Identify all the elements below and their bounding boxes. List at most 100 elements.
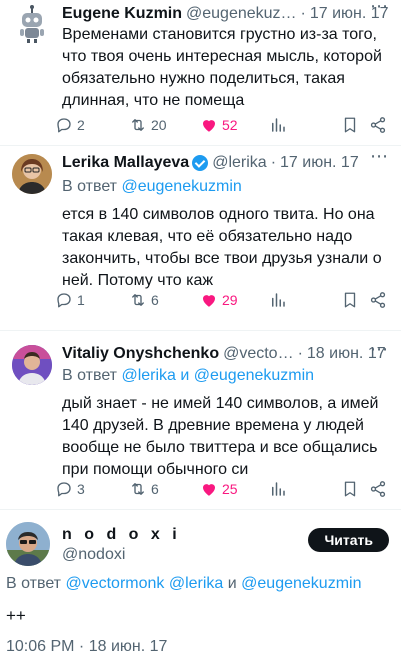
text-line: ней. Потому что каж xyxy=(62,272,214,289)
avatar-robot[interactable] xyxy=(12,4,52,44)
author-name[interactable]: Eugene Kuzmin xyxy=(62,5,182,23)
share-icon xyxy=(370,481,386,497)
reply-prefix: В ответ xyxy=(62,178,122,195)
separator-dot: · xyxy=(300,5,306,22)
views-button[interactable] xyxy=(269,291,291,309)
reply-mention[interactable]: @eugenekuzmin xyxy=(121,178,241,195)
retweet-button[interactable]: 6 xyxy=(129,291,159,309)
tweet-time[interactable]: 17 июн. 17 xyxy=(280,154,359,172)
person-avatar-icon xyxy=(6,522,50,566)
reply-prefix: В ответ xyxy=(62,367,122,384)
bookmark-icon xyxy=(344,292,356,308)
share-button[interactable] xyxy=(369,480,391,498)
tweet-timestamp[interactable]: 10:06 PM · 18 июн. 17 xyxy=(6,638,167,656)
person-avatar-icon xyxy=(12,154,52,194)
avatar-lerika[interactable] xyxy=(12,154,52,194)
reply-context: В ответ @lerika и @eugenekuzmin xyxy=(62,367,314,385)
more-options-icon[interactable]: ⋯ xyxy=(370,339,389,360)
share-button[interactable] xyxy=(369,116,391,134)
share-button[interactable] xyxy=(369,291,391,309)
author-handle[interactable]: @nodoxi xyxy=(62,546,125,564)
reply-prefix: В ответ xyxy=(6,575,66,592)
separator-dot: · xyxy=(297,345,303,362)
retweet-icon xyxy=(132,483,144,495)
reply-icon xyxy=(57,293,71,308)
reply-count: 2 xyxy=(77,117,85,133)
action-bar: 2 20 52 xyxy=(55,116,387,140)
reply-icon xyxy=(57,482,71,497)
bookmark-button[interactable] xyxy=(341,116,363,134)
reply-button[interactable]: 2 xyxy=(55,116,85,134)
author-handle[interactable]: @vecto… xyxy=(223,345,293,363)
text-line: вообще не было твиттера и все общались xyxy=(62,439,378,456)
tweet-2[interactable]: Lerika Mallayeva @lerika · 17 июн. 17 В … xyxy=(0,146,401,320)
more-options-icon[interactable]: ⋯ xyxy=(370,146,389,167)
views-chart-icon xyxy=(272,118,285,132)
like-count: 25 xyxy=(222,481,238,497)
share-icon xyxy=(370,292,386,308)
person-avatar-icon xyxy=(12,345,52,385)
retweet-count: 6 xyxy=(151,481,159,497)
text-line: 140 друзей. В древние времена у людей xyxy=(62,417,364,434)
text-line: Временами становится грустно из-за того, xyxy=(62,26,377,43)
author-handle[interactable]: @eugenekuz… xyxy=(186,5,297,23)
verified-badge-icon xyxy=(192,155,209,171)
reply-button[interactable]: 3 xyxy=(55,480,85,498)
retweet-icon xyxy=(132,294,144,306)
reply-mention[interactable]: @lerika xyxy=(169,575,223,592)
action-bar: 1 6 29 xyxy=(55,291,387,315)
divider xyxy=(0,509,401,510)
tweet-text: Временами становится грустно из-за того,… xyxy=(62,24,387,112)
views-chart-icon xyxy=(272,482,285,496)
reply-icon xyxy=(57,118,71,133)
reply-button[interactable]: 1 xyxy=(55,291,85,309)
follow-button[interactable]: Читать xyxy=(308,528,389,552)
text-line: при помощи обычного си xyxy=(62,461,249,478)
author-name[interactable]: Lerika Mallayeva xyxy=(62,154,189,172)
author-name[interactable]: Vitaliy Onyshchenko xyxy=(62,345,219,363)
reply-mention[interactable]: @eugenekuzmin xyxy=(241,575,361,592)
retweet-count: 20 xyxy=(151,117,167,133)
author-name[interactable]: n o d o x i xyxy=(62,526,181,544)
tweet-text: дый знает - не имей 140 символов, а имей… xyxy=(62,393,387,481)
text-line: что твоя очень интересная мысль, которой xyxy=(62,48,382,65)
tweet-text: ется в 140 символов одного твита. Но она… xyxy=(62,204,387,292)
views-button[interactable] xyxy=(269,480,291,498)
like-count: 29 xyxy=(222,292,238,308)
separator-dot: · xyxy=(270,154,277,171)
bookmark-button[interactable] xyxy=(341,291,363,309)
avatar-nodoxi[interactable] xyxy=(6,522,50,566)
retweet-icon xyxy=(132,119,144,131)
author-handle[interactable]: @lerika xyxy=(212,154,266,172)
robot-avatar-icon xyxy=(20,5,44,43)
reply-and: и xyxy=(223,575,242,592)
reply-count: 3 xyxy=(77,481,85,497)
views-chart-icon xyxy=(272,293,285,307)
like-button[interactable]: 25 xyxy=(200,480,238,498)
bookmark-button[interactable] xyxy=(341,480,363,498)
heart-filled-icon xyxy=(203,120,215,132)
text-line: ется в 140 символов одного твита. Но она xyxy=(62,206,375,223)
text-line: дый знает - не имей 140 символов, а имей xyxy=(62,395,379,412)
retweet-count: 6 xyxy=(151,292,159,308)
retweet-button[interactable]: 20 xyxy=(129,116,167,134)
more-options-icon[interactable]: ⋯ xyxy=(370,0,389,17)
tweet-1[interactable]: Eugene Kuzmin @eugenekuz… · 17 июн. 17 В… xyxy=(0,0,401,145)
retweet-button[interactable]: 6 xyxy=(129,480,159,498)
text-line: длинная, что не помеща xyxy=(62,92,245,109)
reply-count: 1 xyxy=(77,292,85,308)
like-button[interactable]: 52 xyxy=(200,116,238,134)
avatar-vitaliy[interactable] xyxy=(12,345,52,385)
heart-filled-icon xyxy=(203,295,215,307)
reply-mention[interactable]: @vectormonk xyxy=(65,575,164,592)
text-line: закончить, чтобы все твои друзья узнали … xyxy=(62,250,382,267)
tweet-3[interactable]: Vitaliy Onyshchenko @vecto… · 18 июн. 17… xyxy=(0,331,401,509)
reply-mention[interactable]: @lerika и @eugenekuzmin xyxy=(121,367,314,384)
share-icon xyxy=(370,117,386,133)
like-button[interactable]: 29 xyxy=(200,291,238,309)
text-line: такая клевая, что её обязательно надо xyxy=(62,228,353,245)
views-button[interactable] xyxy=(269,116,291,134)
reply-context: В ответ @eugenekuzmin xyxy=(62,178,242,196)
reply-context: В ответ @vectormonk @lerika и @eugenekuz… xyxy=(6,575,361,593)
bookmark-icon xyxy=(344,117,356,133)
